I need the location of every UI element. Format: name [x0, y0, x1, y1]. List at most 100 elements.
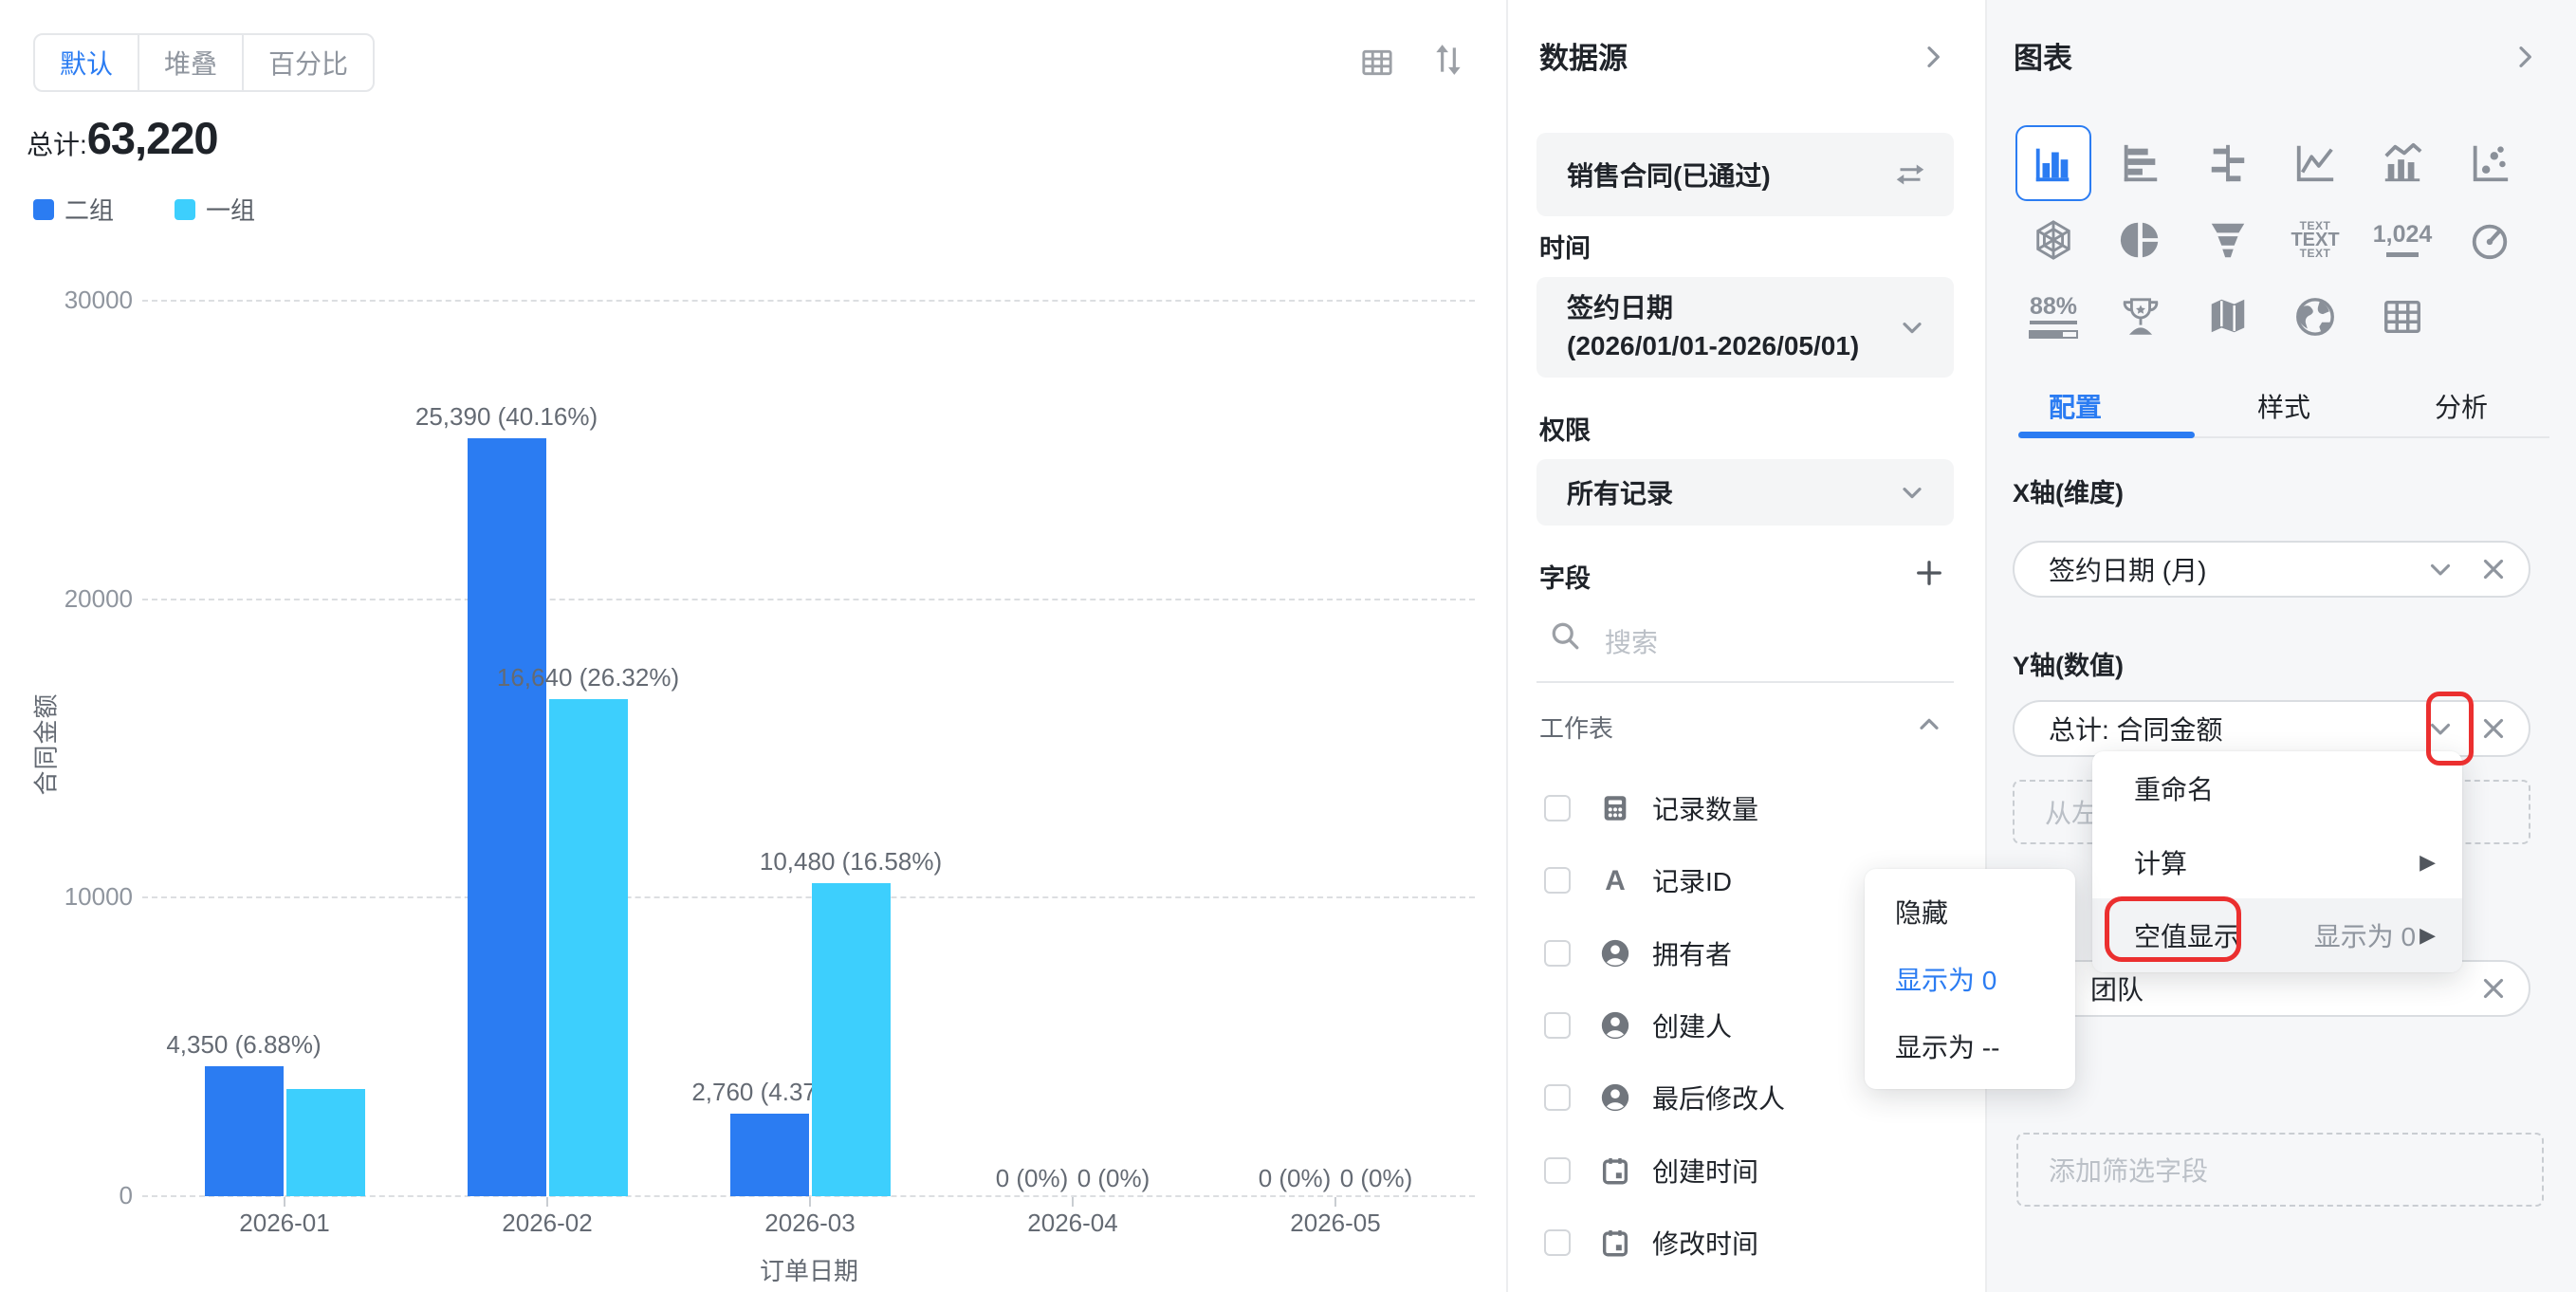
search-icon — [1548, 618, 1582, 653]
bar-一组-2026-01[interactable] — [286, 1089, 365, 1196]
time-range-selector[interactable]: 签约日期 (2026/01/01-2026/05/01) — [1536, 277, 1954, 378]
svg-text:A: A — [1605, 865, 1626, 896]
bidirectional-bar-icon[interactable] — [2190, 125, 2266, 201]
tab-analysis[interactable]: 分析 — [2435, 387, 2488, 425]
x-tick-mark — [1334, 1197, 1336, 1207]
field-label: 记录ID — [1652, 861, 1732, 899]
chart-total: 总计:63,220 — [27, 112, 218, 164]
x-axis-title: 订单日期 — [743, 1252, 875, 1287]
legend-item[interactable]: 二组 — [33, 192, 114, 227]
total-value: 63,220 — [87, 112, 218, 164]
text-chart-icon[interactable]: TEXTTEXTTEXT — [2277, 202, 2353, 278]
y-tick-label: 30000 — [28, 286, 133, 315]
field-row[interactable]: 记录数量 — [1536, 778, 1954, 839]
swap-icon[interactable] — [1893, 157, 1927, 192]
y-tick-label: 20000 — [28, 584, 133, 614]
sort-icon[interactable] — [1430, 42, 1466, 78]
tab-percentage[interactable]: 百分比 — [244, 35, 373, 90]
x-tick-label: 2026-05 — [1260, 1209, 1411, 1238]
pie-chart-icon[interactable] — [2103, 202, 2179, 278]
legend-item[interactable]: 一组 — [175, 192, 255, 227]
field-row[interactable]: 修改时间 — [1536, 1212, 1954, 1273]
permission-section-label: 权限 — [1539, 410, 1591, 447]
chevron-down-icon[interactable] — [2424, 553, 2456, 585]
ranking-chart-icon[interactable] — [2103, 279, 2179, 355]
tab-config[interactable]: 配置 — [2049, 387, 2102, 425]
gridline — [142, 300, 1475, 302]
bar-value-label: 10,480 (16.58%) — [737, 847, 965, 877]
legend-label: 二组 — [64, 192, 114, 227]
active-tab-underline — [2018, 432, 2195, 438]
gauge-chart-icon[interactable] — [2452, 202, 2528, 278]
panel-divider — [1506, 0, 1508, 1292]
remove-field-icon[interactable] — [2477, 972, 2510, 1005]
column-chart-icon[interactable] — [2015, 125, 2091, 201]
remove-field-icon[interactable] — [2477, 712, 2510, 745]
chevron-up-icon[interactable] — [1914, 710, 1944, 740]
search-underline — [1536, 681, 1954, 683]
table-view-icon[interactable] — [1358, 44, 1396, 82]
gridline — [142, 896, 1475, 898]
scatter-chart-icon[interactable] — [2452, 125, 2528, 201]
y-tick-label: 0 — [28, 1181, 133, 1210]
legend-label: 一组 — [206, 192, 255, 227]
submenu-item-hide[interactable]: 隐藏 — [1865, 878, 2075, 946]
remove-field-icon[interactable] — [2477, 553, 2510, 585]
submenu-item-show-as-dash[interactable]: 显示为 -- — [1865, 1012, 2075, 1080]
annotation-box-chevron — [2426, 692, 2474, 766]
world-map-chart-icon[interactable] — [2277, 279, 2353, 355]
chevron-right-icon[interactable] — [1918, 42, 1948, 72]
bar-一组-2026-02[interactable] — [549, 699, 628, 1196]
bar-chart-icon[interactable] — [2103, 125, 2179, 201]
bar-value-label: 16,640 (26.32%) — [474, 663, 702, 692]
field-row[interactable]: 创建时间 — [1536, 1140, 1954, 1201]
funnel-chart-icon[interactable] — [2190, 202, 2266, 278]
search-input[interactable]: 搜索 — [1605, 622, 1658, 660]
add-field-icon[interactable] — [1912, 556, 1946, 590]
datasource-selector[interactable]: 销售合同(已通过) — [1536, 133, 1954, 216]
bar-二组-2026-02[interactable] — [468, 438, 546, 1196]
field-label: 修改时间 — [1652, 1224, 1758, 1262]
checkbox[interactable] — [1544, 1084, 1571, 1111]
add-filter-dropzone[interactable]: 添加筛选字段 — [2016, 1133, 2544, 1207]
combo-chart-icon[interactable] — [2364, 125, 2440, 201]
time-section-label: 时间 — [1539, 228, 1591, 265]
number-chart-icon[interactable]: 1,024 — [2364, 202, 2440, 278]
empty-value-submenu: 隐藏 显示为 0 显示为 -- — [1865, 869, 2075, 1089]
chart-legend: 二组 一组 — [33, 192, 255, 227]
bar-二组-2026-01[interactable] — [205, 1066, 284, 1196]
line-chart-icon[interactable] — [2277, 125, 2353, 201]
checkbox[interactable] — [1544, 795, 1571, 821]
checkbox[interactable] — [1544, 1157, 1571, 1184]
field-label: 创建时间 — [1652, 1152, 1758, 1190]
submenu-item-show-as-zero[interactable]: 显示为 0 — [1865, 946, 2075, 1013]
app-window: 默认 堆叠 百分比 总计:63,220 二组一组 合同金额 0100002000… — [0, 0, 2576, 1292]
map-chart-icon[interactable] — [2190, 279, 2266, 355]
progress-chart-icon[interactable]: 88% — [2015, 279, 2091, 355]
chevron-right-icon[interactable] — [2510, 42, 2540, 72]
chevron-down-icon[interactable] — [1897, 477, 1927, 508]
bar-一组-2026-03[interactable] — [812, 883, 891, 1196]
datasource-name: 销售合同(已通过) — [1567, 156, 1893, 194]
checkbox[interactable] — [1544, 940, 1571, 967]
checkbox[interactable] — [1544, 867, 1571, 894]
chevron-down-icon[interactable] — [1897, 312, 1927, 342]
radar-chart-icon[interactable] — [2015, 202, 2091, 278]
table-chart-icon[interactable] — [2364, 279, 2440, 355]
x-tick-mark — [809, 1197, 811, 1207]
tab-style[interactable]: 样式 — [2257, 387, 2310, 425]
permission-selector[interactable]: 所有记录 — [1536, 459, 1954, 526]
tab-stacked[interactable]: 堆叠 — [139, 35, 244, 90]
chart-mode-tabs: 默认 堆叠 百分比 — [33, 33, 375, 92]
bar-value-label: 4,350 (6.88%) — [130, 1030, 358, 1060]
menu-item-rename[interactable]: 重命名 — [2092, 751, 2462, 825]
checkbox[interactable] — [1544, 1229, 1571, 1256]
x-tick-label: 2026-01 — [209, 1209, 360, 1238]
menu-item-calculate[interactable]: 计算 ▶ — [2092, 825, 2462, 899]
x-axis-field-pill[interactable]: 签约日期 (月) — [2013, 541, 2530, 598]
x-tick-mark — [546, 1197, 548, 1207]
bar-二组-2026-03[interactable] — [730, 1114, 809, 1196]
checkbox[interactable] — [1544, 1012, 1571, 1039]
x-axis-section-label: X轴(维度) — [2013, 472, 2124, 509]
tab-default[interactable]: 默认 — [35, 35, 139, 90]
